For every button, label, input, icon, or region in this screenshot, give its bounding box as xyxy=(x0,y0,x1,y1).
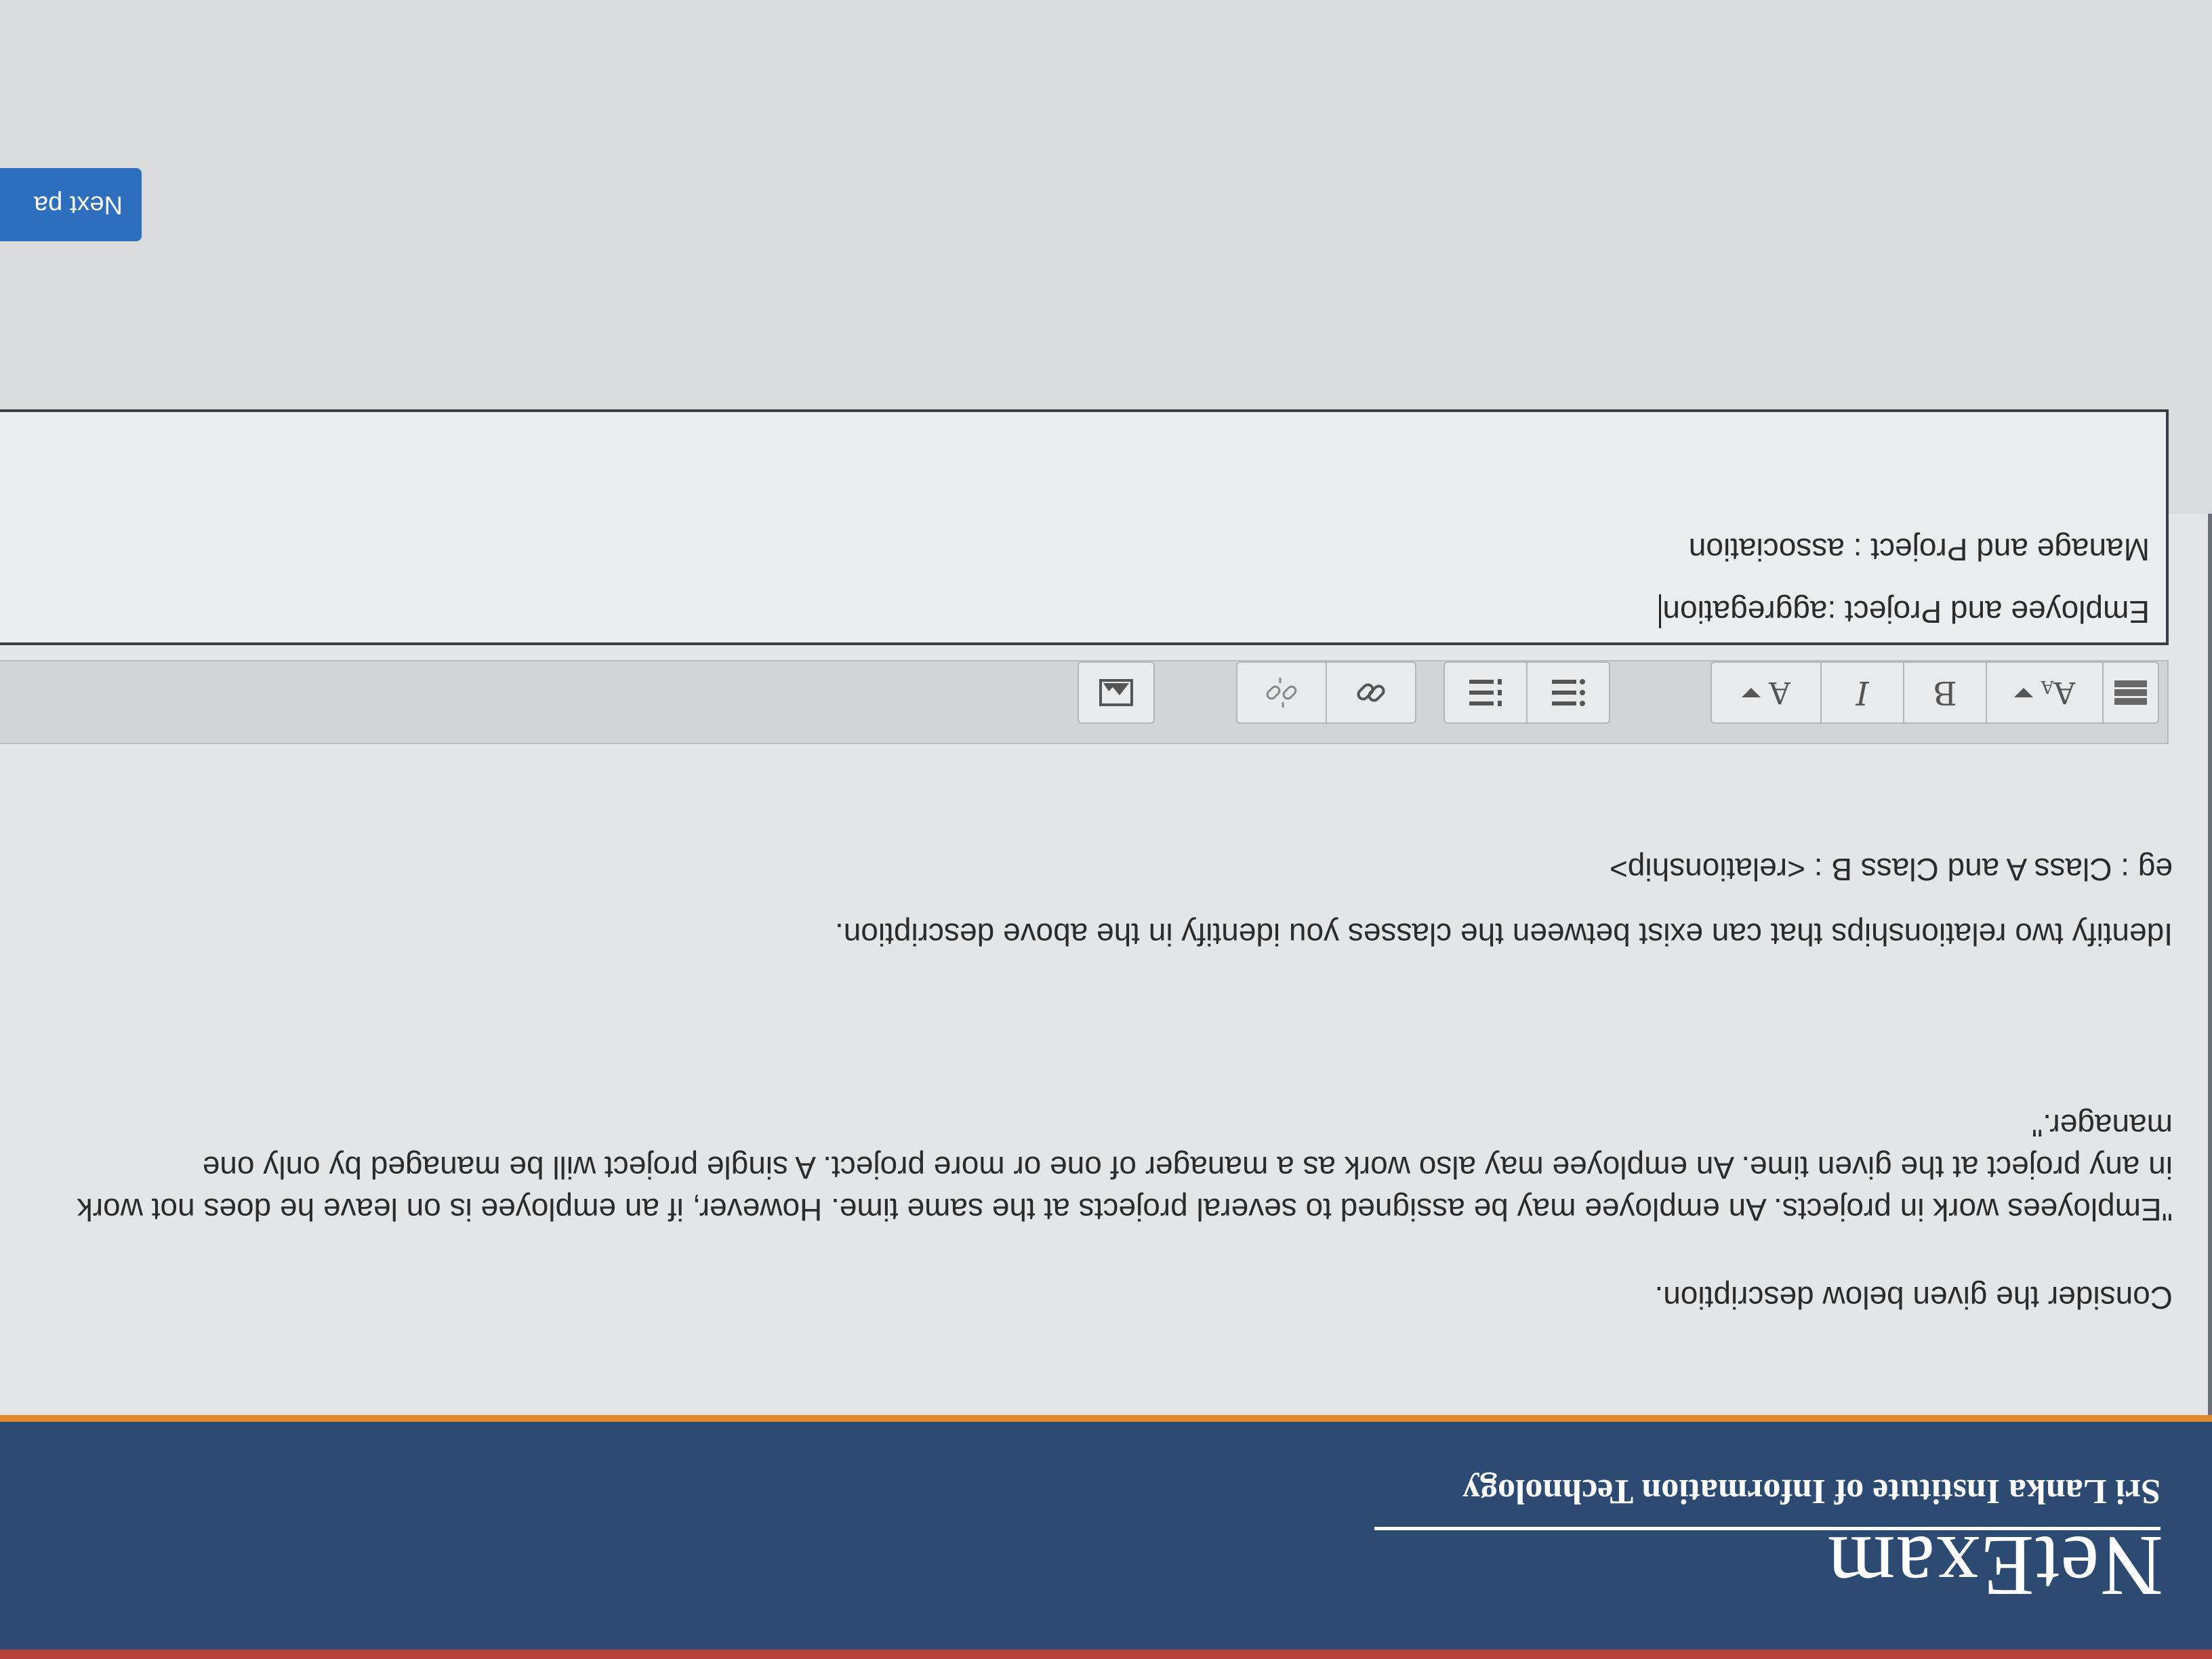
question-intro: Consider the given below description. xyxy=(1654,1280,2173,1315)
bold-button[interactable]: B xyxy=(1903,663,1986,722)
paragraph-styles-icon[interactable]: AA xyxy=(1986,663,2102,722)
unordered-list-icon xyxy=(1552,679,1585,706)
toolbar-group-media xyxy=(1078,661,1155,724)
ordered-list-icon xyxy=(1469,679,1502,706)
bold-icon: B xyxy=(1933,674,1957,712)
question-card: Consider the given below description. "E… xyxy=(0,409,2212,1415)
toolbar-group-lists xyxy=(1443,661,1610,724)
toolbar-group-links xyxy=(1236,661,1416,724)
question-description: "Employees work in projects. An employee… xyxy=(77,1108,2173,1227)
link-icon xyxy=(1357,683,1385,702)
font-color-button[interactable]: A xyxy=(1712,663,1820,722)
paragraph-style-label: A xyxy=(2053,675,2076,710)
chevron-down-icon xyxy=(2013,688,2033,697)
institute-name: Sri Lanka Institute of Information Techn… xyxy=(1462,1472,2160,1511)
image-button[interactable] xyxy=(1079,663,1153,722)
font-color-icon: A xyxy=(1769,675,1790,710)
netexam-logo: NetExam xyxy=(1826,1518,2163,1614)
logo-underline xyxy=(1374,1527,2160,1530)
exam-screen: NetExam Sri Lanka Institute of Informati… xyxy=(0,0,2212,1659)
link-button[interactable] xyxy=(1326,663,1415,722)
header-accent-bar xyxy=(0,1650,2212,1659)
header-divider xyxy=(0,1415,2212,1422)
answer-line-1: Employee and Project :aggregation xyxy=(1659,594,2150,630)
italic-button[interactable]: I xyxy=(1820,663,1903,722)
next-page-button[interactable]: Next pa xyxy=(0,168,142,241)
ordered-list-button[interactable] xyxy=(1445,663,1526,722)
editor-toolbar: AA B I A xyxy=(0,660,2169,744)
answer-editor: AA B I A Employee and Project:aggregati… xyxy=(0,409,2169,744)
answer-line-1-text: Employee and Project :aggregation xyxy=(1662,594,2150,630)
question-example: eg : Class A and Class B : <relationship… xyxy=(1609,852,2173,887)
site-header: NetExam Sri Lanka Institute of Informati… xyxy=(0,1415,2212,1659)
text-cursor xyxy=(1659,594,1662,628)
toolbar-group-formatting: AA B I A xyxy=(1711,661,2159,724)
italic-icon: I xyxy=(1856,674,1869,712)
next-page-label: Next pa xyxy=(34,190,123,220)
unlink-button[interactable] xyxy=(1237,663,1326,722)
unordered-list-button[interactable] xyxy=(1526,663,1609,722)
answer-textarea[interactable]: Employee and Project :aggregation Manage… xyxy=(0,409,2169,645)
answer-line-2: Manage and Project : association xyxy=(1688,532,2150,567)
chevron-down-icon xyxy=(1742,688,1761,697)
image-icon xyxy=(1099,679,1133,706)
question-prompt: Identify two relationships that can exis… xyxy=(834,917,2173,952)
unlink-icon xyxy=(1266,678,1297,708)
toggle-toolbar-icon[interactable] xyxy=(2102,663,2158,722)
